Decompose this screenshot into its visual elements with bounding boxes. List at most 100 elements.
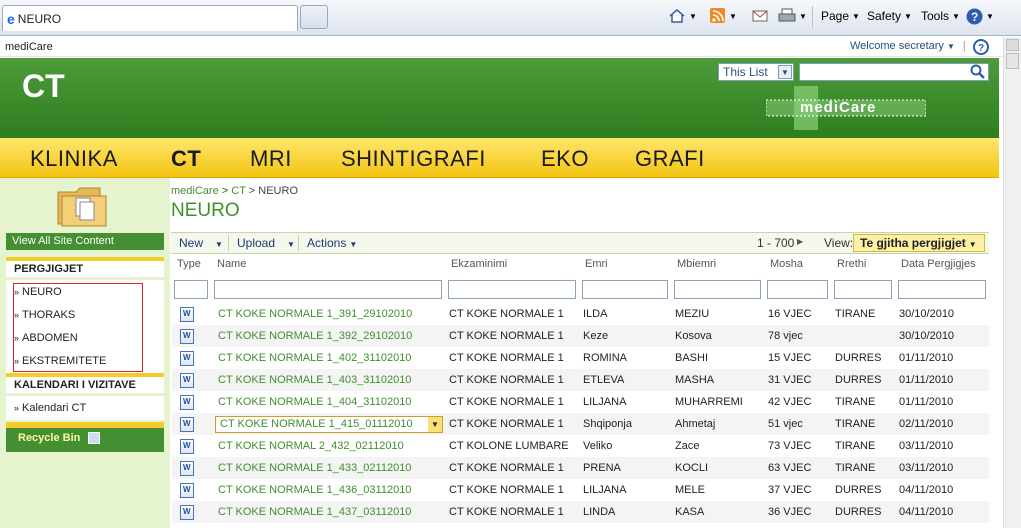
nav-mri[interactable]: MRI	[250, 146, 292, 172]
breadcrumb-ct[interactable]: CT	[231, 185, 245, 197]
cell-value: 01/11/2010	[899, 396, 954, 408]
search-scope-select[interactable]: This List ▼	[718, 63, 794, 81]
filter-data-pergjigjes[interactable]	[898, 280, 986, 299]
chevron-down-icon[interactable]: ▼	[428, 416, 442, 432]
browser-tab[interactable]: e NEURO	[2, 5, 298, 31]
filter-mosha[interactable]	[767, 280, 828, 299]
tools-menu[interactable]: Tools ▼	[921, 7, 960, 25]
document-name-link[interactable]: CT KOKE NORMALE 1_436_03112010	[218, 484, 411, 496]
table-row[interactable]: CT KOKE NORMALE 1_433_02112010 CT KOKE NO…	[172, 457, 989, 479]
selected-item-menu[interactable]: CT KOKE NORMALE 1_415_01112010 ▼	[215, 415, 443, 433]
nav-eko[interactable]: EKO	[541, 146, 589, 172]
word-document-icon[interactable]	[180, 438, 194, 454]
safety-menu-label: Safety	[867, 9, 902, 23]
rss-icon[interactable]: ▼	[710, 7, 737, 25]
word-document-icon[interactable]	[180, 460, 194, 476]
cell-value: CT KOKE NORMALE 1	[449, 506, 564, 518]
column-header-emri[interactable]: Emri	[585, 258, 608, 270]
search-icon[interactable]	[969, 63, 989, 81]
word-document-icon[interactable]	[180, 350, 194, 366]
nav-klinika[interactable]: KLINIKA	[30, 146, 118, 172]
document-name-link[interactable]: CT KOKE NORMALE 1_391_29102010	[218, 308, 412, 320]
word-document-icon[interactable]	[180, 482, 194, 498]
nav-shintigrafi[interactable]: SHINTIGRAFI	[341, 146, 486, 172]
view-selector[interactable]: Te gjitha pergjigjet ▼	[853, 234, 985, 252]
breadcrumb: mediCare > CT > NEURO	[171, 185, 298, 197]
breadcrumb-medicare[interactable]: mediCare	[171, 185, 219, 197]
cell-value: 03/11/2010	[899, 440, 954, 452]
column-header-data-pergjigjes[interactable]: Data Pergjigjes	[901, 258, 976, 270]
page-menu[interactable]: Page ▼	[821, 7, 860, 25]
view-all-site-content-link[interactable]: View All Site Content	[6, 233, 164, 250]
table-row[interactable]: CT KOKE NORMALE 1_437_03112010 CT KOKE NO…	[172, 501, 989, 523]
home-icon[interactable]: ▼	[668, 7, 697, 25]
table-row[interactable]: CT KOKE NORMALE 1_415_01112010 ▼CT KOKE N…	[172, 413, 989, 435]
safety-menu[interactable]: Safety ▼	[867, 7, 912, 25]
column-header-rrethi[interactable]: Rrethi	[837, 258, 866, 270]
word-document-icon[interactable]	[180, 328, 194, 344]
recycle-bin-link[interactable]: Recycle Bin	[6, 422, 164, 452]
site-link[interactable]: mediCare	[5, 41, 53, 53]
document-name-link[interactable]: CT KOKE NORMALE 1_392_29102010	[218, 330, 412, 342]
filter-mbiemri[interactable]	[674, 280, 761, 299]
table-row[interactable]: CT KOKE NORMALE 1_436_03112010 CT KOKE NO…	[172, 479, 989, 501]
table-row[interactable]: CT KOKE NORMALE 1_392_29102010 CT KOKE NO…	[172, 325, 989, 347]
word-document-icon[interactable]	[180, 504, 194, 520]
column-header-name[interactable]: Name	[217, 258, 246, 270]
table-row[interactable]: CT KOKE NORMALE 1_402_31102010 CT KOKE NO…	[172, 347, 989, 369]
print-icon[interactable]: ▼	[778, 7, 807, 25]
actions-menu[interactable]: Actions ▼	[307, 236, 357, 250]
cell-rrethi: TIRANE	[832, 435, 896, 457]
document-name-link[interactable]: CT KOKE NORMALE 1_433_02112010	[218, 462, 411, 474]
help-icon[interactable]: ? ▼	[966, 7, 994, 25]
next-page-icon[interactable]: ▶	[797, 237, 803, 246]
cell-value: 03/11/2010	[899, 462, 954, 474]
filter-ekzaminimi[interactable]	[448, 280, 576, 299]
cell-emri: ILDA	[580, 303, 672, 325]
new-menu[interactable]: New ▼	[179, 236, 223, 250]
section-kalendari[interactable]: KALENDARI I VIZITAVE	[6, 373, 164, 393]
nav-grafi[interactable]: GRAFI	[635, 146, 705, 172]
word-document-icon[interactable]	[180, 394, 194, 410]
mail-icon[interactable]	[752, 7, 768, 25]
filter-rrethi[interactable]	[834, 280, 892, 299]
cell-emri: ROMINA	[580, 347, 672, 369]
document-name-link[interactable]: CT KOKE NORMALE 1_402_31102010	[218, 352, 411, 364]
document-name-link[interactable]: CT KOKE NORMALE 1_403_31102010	[218, 374, 411, 386]
document-name-link[interactable]: CT KOKE NORMALE 1_404_31102010	[218, 396, 411, 408]
cell-name: CT KOKE NORMALE 1_403_31102010	[212, 369, 446, 391]
word-document-icon[interactable]	[180, 306, 194, 322]
new-menu-label: New	[179, 236, 204, 250]
welcome-menu[interactable]: Welcome secretary ▼ |	[850, 40, 966, 52]
table-row[interactable]: CT KOKE NORMALE 1_404_31102010 CT KOKE NO…	[172, 391, 989, 413]
column-header-mosha[interactable]: Mosha	[770, 258, 803, 270]
document-name-link[interactable]: CT KOKE NORMALE 1_437_03112010	[218, 506, 411, 518]
cell-rrethi	[832, 325, 896, 347]
column-header-mbiemri[interactable]: Mbiemri	[677, 258, 716, 270]
document-name-link[interactable]: CT KOKE NORMAL 2_432_02112010	[218, 440, 404, 452]
scrollbar[interactable]	[1003, 37, 1021, 528]
filter-name[interactable]	[214, 280, 442, 299]
word-document-icon[interactable]	[180, 416, 194, 432]
cell-value: LILJANA	[583, 396, 627, 408]
quicklaunch-item-kalendari-ct[interactable]: » Kalendari CT	[6, 396, 164, 420]
help-icon[interactable]: ?	[973, 39, 989, 58]
document-name-link[interactable]: CT KOKE NORMALE 1_415_01112010	[220, 418, 413, 430]
search-input[interactable]	[799, 63, 989, 81]
cell-name: CT KOKE NORMALE 1_404_31102010	[212, 391, 446, 413]
column-header-type[interactable]: Type	[177, 258, 201, 270]
table-row[interactable]: CT KOKE NORMALE 1_403_31102010 CT KOKE NO…	[172, 369, 989, 391]
cell-value: TIRANE	[835, 396, 876, 408]
table-row[interactable]: CT KOKE NORMAL 2_432_02112010 CT KOLONE L…	[172, 435, 989, 457]
documents-table: CT KOKE NORMALE 1_391_29102010 CT KOKE NO…	[172, 303, 989, 523]
cell-mosha: 73 VJEC	[765, 435, 832, 457]
new-tab-button[interactable]	[300, 5, 328, 29]
word-document-icon[interactable]	[180, 372, 194, 388]
upload-menu[interactable]: Upload ▼	[237, 236, 295, 250]
filter-emri[interactable]	[582, 280, 668, 299]
section-pergjigjet[interactable]: PERGJIGJET	[6, 257, 164, 277]
column-header-ekzaminimi[interactable]: Ekzaminimi	[451, 258, 507, 270]
filter-type[interactable]	[174, 280, 208, 299]
nav-ct[interactable]: CT	[171, 146, 201, 172]
table-row[interactable]: CT KOKE NORMALE 1_391_29102010 CT KOKE NO…	[172, 303, 989, 325]
